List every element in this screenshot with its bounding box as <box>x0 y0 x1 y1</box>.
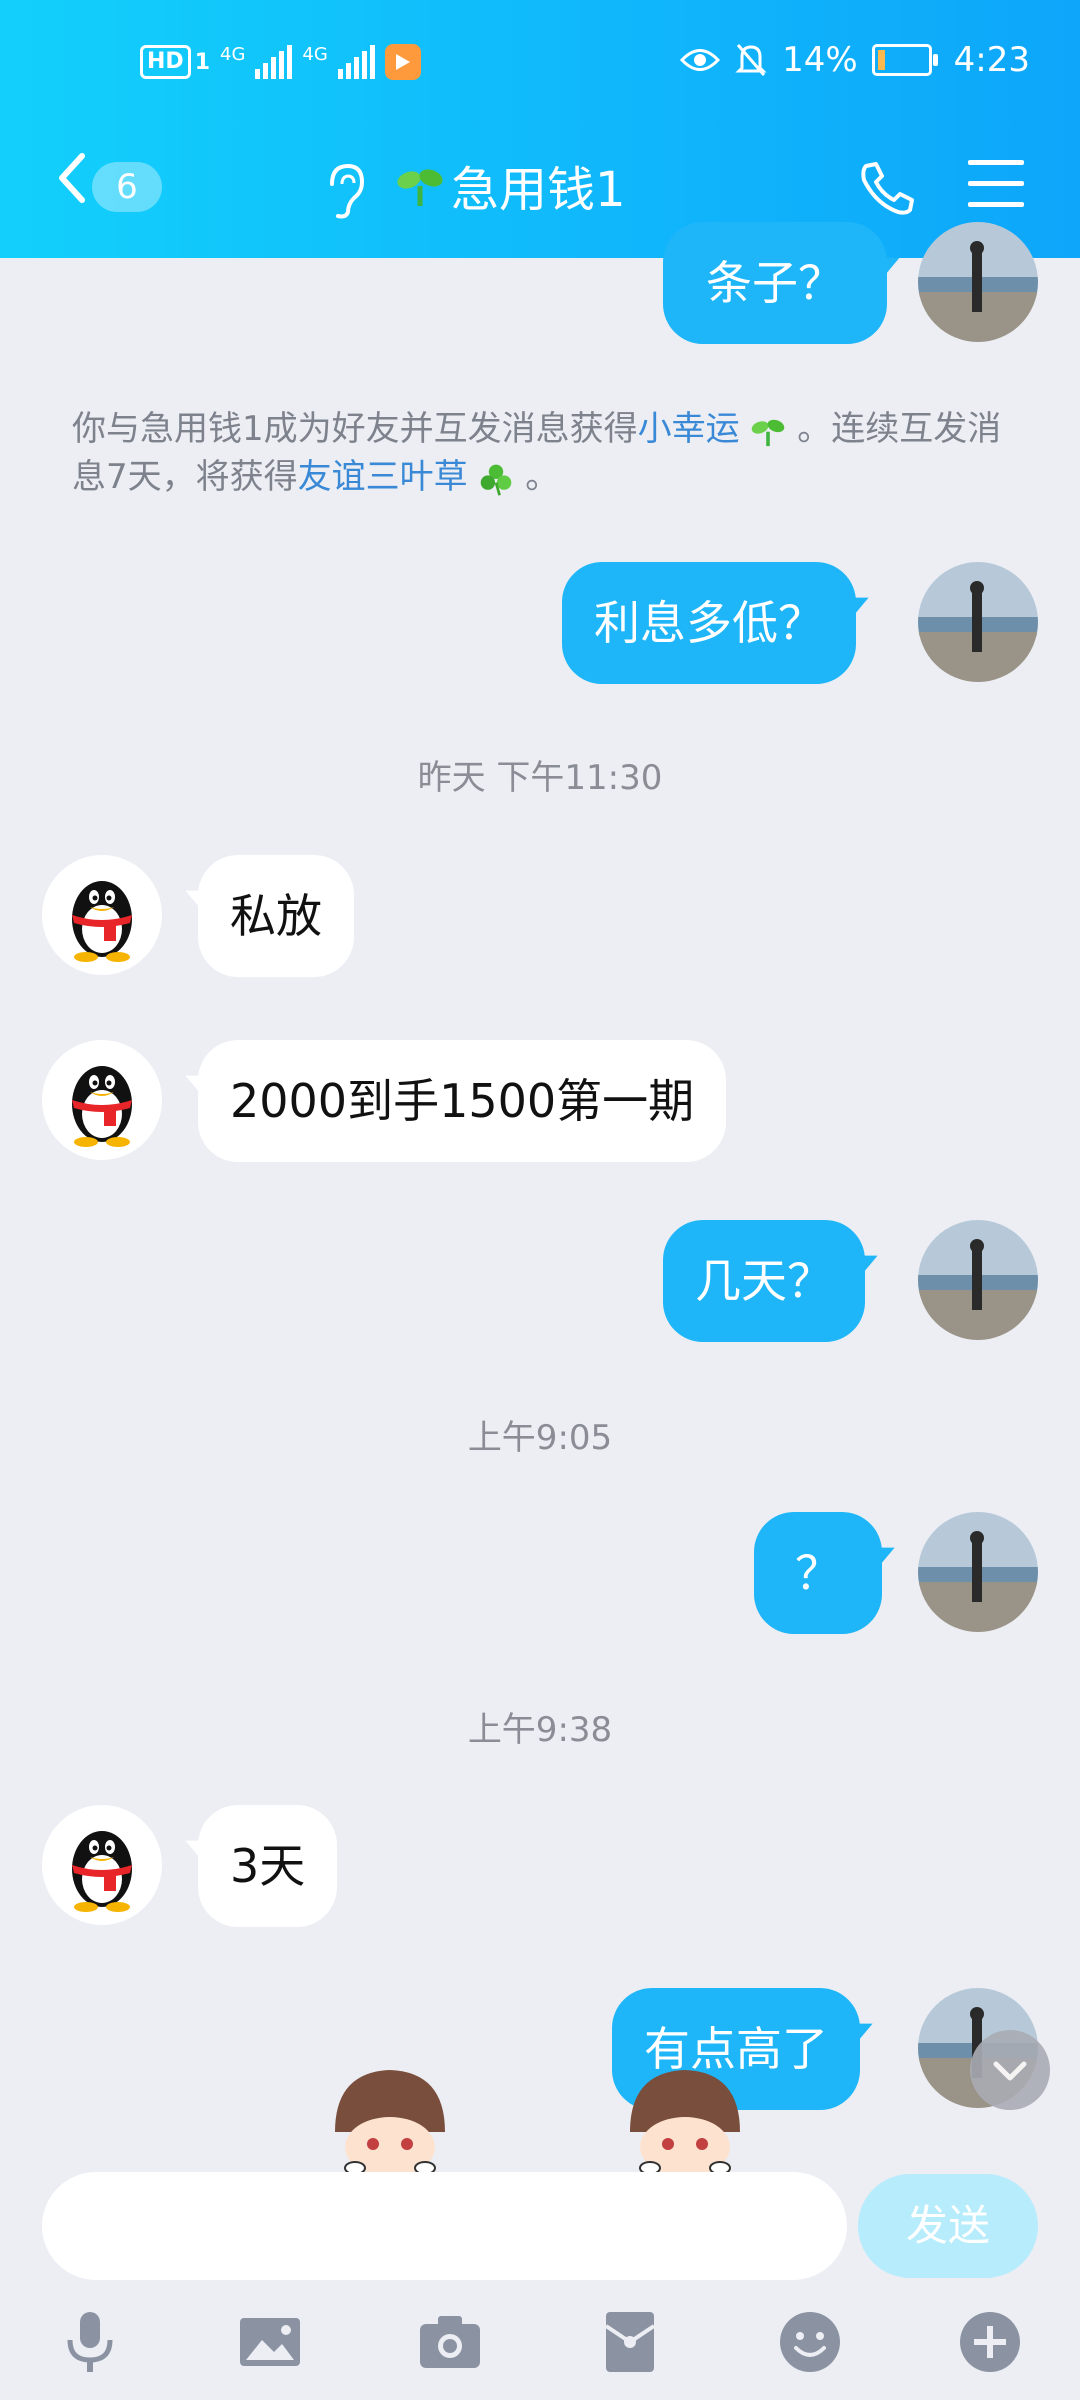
hd-badge: HD <box>140 45 191 79</box>
mute-bell-icon <box>735 44 767 76</box>
message-text: 利息多低？ <box>594 596 824 650</box>
peeking-character-decoration <box>335 2070 445 2172</box>
unread-count-badge[interactable]: 6 <box>92 162 162 212</box>
incoming-message[interactable]: 2000到手1500第一期 <box>198 1040 727 1162</box>
clock: 4:23 <box>953 40 1030 80</box>
camera-icon[interactable] <box>414 2306 486 2378</box>
timestamp: 上午9:05 <box>467 1418 613 1458</box>
incoming-message[interactable]: 3天 <box>198 1805 338 1927</box>
battery-percent: 14% <box>782 40 858 80</box>
contact-avatar[interactable] <box>42 1040 162 1160</box>
ear-icon[interactable] <box>322 162 368 220</box>
sprout-icon <box>397 169 443 206</box>
image-icon[interactable] <box>234 2306 306 2378</box>
message-text: ？ <box>795 1546 841 1600</box>
phone-icon[interactable] <box>856 158 916 218</box>
incoming-message[interactable]: 私放 <box>198 855 354 977</box>
send-button[interactable]: 发送 <box>858 2174 1038 2278</box>
input-toolbar <box>0 2300 1080 2400</box>
status-bar: HD 1 4G 4G 14% 4:23 <box>0 40 1080 90</box>
notice-text: 你与急用钱1成为好友并互发消息获得 <box>72 409 638 449</box>
emoji-icon[interactable] <box>774 2306 846 2378</box>
chat-title: 急用钱1 <box>451 162 626 218</box>
contact-avatar[interactable] <box>42 1805 162 1925</box>
network-type-label: 4G <box>220 44 246 65</box>
outgoing-message[interactable]: 利息多低？ <box>562 562 856 684</box>
clover-link[interactable]: 友谊三叶草 <box>298 457 468 497</box>
my-avatar[interactable] <box>918 222 1038 342</box>
contact-avatar[interactable] <box>42 855 162 975</box>
sprout-icon <box>752 419 785 446</box>
plus-icon[interactable] <box>954 2306 1026 2378</box>
eye-icon <box>680 49 721 71</box>
chat-header: HD 1 4G 4G 14% 4:23 6 急用钱1 <box>0 0 1080 258</box>
my-avatar[interactable] <box>918 562 1038 682</box>
message-input[interactable] <box>42 2172 847 2280</box>
timestamp: 昨天 下午11:30 <box>417 758 663 798</box>
my-avatar[interactable] <box>918 1512 1038 1632</box>
menu-icon[interactable] <box>968 160 1024 210</box>
message-text: 2000到手1500第一期 <box>230 1074 695 1128</box>
nav-bar: 6 急用钱1 <box>0 140 1080 230</box>
clover-icon <box>481 464 512 496</box>
red-packet-icon[interactable] <box>594 2306 666 2378</box>
signal-icon <box>255 45 293 79</box>
outgoing-message[interactable]: ？ <box>754 1512 882 1634</box>
signal-icon-2 <box>337 45 375 79</box>
peeking-character-decoration <box>630 2070 740 2172</box>
message-text: 私放 <box>230 889 322 943</box>
friendship-notice: 你与急用钱1成为好友并互发消息获得小幸运 。连续互发消息7天，将获得友谊三叶草 … <box>72 405 1022 501</box>
my-avatar[interactable] <box>918 1220 1038 1340</box>
lucky-link[interactable]: 小幸运 <box>638 409 740 449</box>
scroll-to-bottom-button[interactable] <box>970 2030 1050 2110</box>
microphone-icon[interactable] <box>54 2306 126 2378</box>
outgoing-message[interactable]: 几天？ <box>663 1220 865 1342</box>
timestamp: 上午9:38 <box>467 1710 613 1750</box>
outgoing-message[interactable]: 条子？ <box>663 222 887 344</box>
battery-icon <box>871 44 938 76</box>
chevron-down-icon <box>993 2061 1027 2081</box>
message-text: 几天？ <box>695 1254 833 1308</box>
message-text: 条子？ <box>706 256 844 310</box>
app-notification-icon <box>384 44 421 80</box>
hd-sim-label: 1 <box>194 49 210 75</box>
message-text: 3天 <box>230 1839 306 1893</box>
network-type-label-2: 4G <box>302 44 328 65</box>
notice-text-3: 。 <box>525 457 560 497</box>
